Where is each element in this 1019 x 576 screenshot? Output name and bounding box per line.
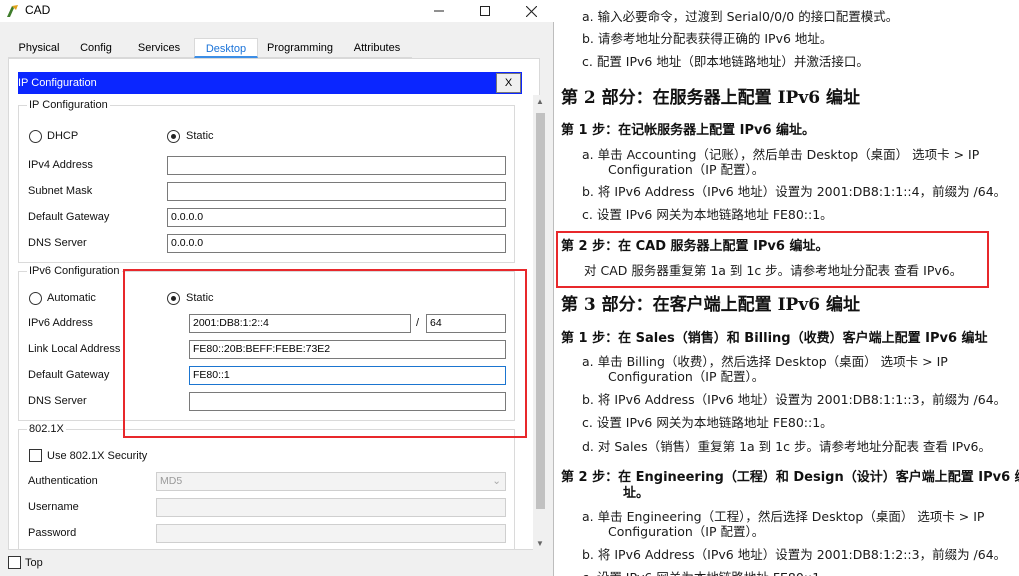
subnet-mask-input[interactable] bbox=[167, 182, 506, 201]
doc-line: b. 请参考地址分配表获得正确的 IPv6 地址。 bbox=[582, 31, 833, 46]
tab-desktop[interactable]: Desktop bbox=[194, 38, 258, 58]
close-button[interactable] bbox=[508, 0, 554, 22]
doc-line: 址。 bbox=[623, 486, 650, 501]
ipv6-legend: IPv6 Configuration bbox=[27, 265, 122, 277]
scroll-down-icon[interactable]: ▼ bbox=[536, 539, 544, 548]
ipv4-dns-input[interactable]: 0.0.0.0 bbox=[167, 234, 506, 253]
username-label: Username bbox=[28, 501, 79, 513]
doc-line: 第 2 部分：在服务器上配置 IPv6 编址 bbox=[561, 88, 860, 108]
minimize-icon bbox=[434, 10, 444, 12]
use-8021x-checkbox[interactable] bbox=[29, 449, 42, 462]
password-label: Password bbox=[28, 527, 77, 539]
subnet-mask-label: Subnet Mask bbox=[28, 185, 93, 197]
chevron-down-icon: ⌄ bbox=[492, 475, 501, 487]
password-input[interactable] bbox=[156, 524, 506, 543]
ipv4-gateway-label: Default Gateway bbox=[28, 211, 110, 223]
ip-config-header: IP Configuration X bbox=[18, 72, 522, 94]
doc-line: 第 1 步：在 Sales（销售）和 Billing（收费）客户端上配置 IPv… bbox=[561, 331, 988, 346]
dot1x-group: 802.1X Use 802.1X Security Authenticatio… bbox=[18, 423, 515, 550]
link-local-label: Link Local Address bbox=[28, 343, 121, 355]
authentication-value: MD5 bbox=[160, 475, 183, 487]
use-8021x-label: Use 802.1X Security bbox=[47, 450, 148, 462]
doc-line: 对 CAD 服务器重复第 1a 到 1c 步。请参考地址分配表 查看 IPv6。 bbox=[584, 263, 963, 278]
dhcp-radio[interactable] bbox=[29, 130, 42, 143]
doc-line: 第 1 步：在记帐服务器上配置 IPv6 编址。 bbox=[561, 123, 816, 138]
ip-config-close-button[interactable]: X bbox=[496, 73, 521, 93]
doc-line: Configuration（IP 配置）。 bbox=[608, 162, 765, 177]
doc-line: d. 对 Sales（销售）重复第 1a 到 1c 步。请参考地址分配表 查看 … bbox=[582, 439, 991, 454]
tab-services[interactable]: Services bbox=[126, 38, 192, 58]
ipv4-address-label: IPv4 Address bbox=[28, 159, 93, 171]
authentication-select[interactable]: MD5 ⌄ bbox=[156, 472, 506, 491]
maximize-button[interactable] bbox=[462, 0, 508, 22]
highlight-box bbox=[123, 269, 527, 438]
title-bar: CAD bbox=[0, 0, 554, 22]
ipv6-dns-label: DNS Server bbox=[28, 395, 87, 407]
ipv6-gateway-label: Default Gateway bbox=[28, 369, 110, 381]
ipv4-static-radio[interactable] bbox=[167, 130, 180, 143]
doc-line: 第 3 部分：在客户端上配置 IPv6 编址 bbox=[561, 295, 860, 315]
instruction-document: a. 输入必要命令，过渡到 Serial0/0/0 的接口配置模式。 b. 请参考… bbox=[555, 0, 1019, 576]
ipv4-gateway-input[interactable]: 0.0.0.0 bbox=[167, 208, 506, 227]
doc-line: c. 设置 IPv6 网关为本地链路地址 FE80::1。 bbox=[582, 207, 833, 222]
doc-line: c. 配置 IPv6 地址（即本地链路地址）并激活接口。 bbox=[582, 54, 869, 69]
dot1x-legend: 802.1X bbox=[27, 423, 66, 435]
minimize-button[interactable] bbox=[416, 0, 462, 22]
vertical-scrollbar[interactable]: ▲ ▼ bbox=[533, 95, 548, 550]
ipv4-legend: IP Configuration bbox=[27, 99, 110, 111]
authentication-label: Authentication bbox=[28, 475, 98, 487]
tab-programming[interactable]: Programming bbox=[262, 38, 338, 58]
maximize-icon bbox=[480, 6, 490, 16]
window-title: CAD bbox=[25, 3, 51, 17]
doc-line: c. 设置 IPv6 网关为本地链路地址 FE80::1。 bbox=[582, 415, 833, 430]
close-icon bbox=[525, 5, 537, 17]
ipv4-address-input[interactable] bbox=[167, 156, 506, 175]
scroll-up-icon[interactable]: ▲ bbox=[536, 97, 544, 106]
tab-bar: Physical Config Services Desktop Program… bbox=[8, 38, 412, 58]
automatic-radio[interactable] bbox=[29, 292, 42, 305]
doc-line: 第 2 步：在 CAD 服务器上配置 IPv6 编址。 bbox=[561, 239, 829, 254]
tab-attributes[interactable]: Attributes bbox=[344, 38, 410, 58]
tab-physical[interactable]: Physical bbox=[10, 38, 68, 58]
ipv4-dns-label: DNS Server bbox=[28, 237, 87, 249]
username-input[interactable] bbox=[156, 498, 506, 517]
ipv4-static-label: Static bbox=[186, 130, 214, 142]
doc-line: b. 将 IPv6 Address（IPv6 地址）设置为 2001:DB8:1… bbox=[582, 184, 1007, 199]
doc-line: b. 将 IPv6 Address（IPv6 地址）设置为 2001:DB8:1… bbox=[582, 392, 1007, 407]
top-label: Top bbox=[25, 557, 43, 569]
app-icon bbox=[7, 5, 18, 17]
doc-line: c. 设置 IPv6 网关为本地链路地址 FE80::1。 bbox=[582, 567, 833, 576]
ip-config-title: IP Configuration bbox=[18, 77, 97, 89]
ipv4-group: IP Configuration DHCP Static IPv4 Addres… bbox=[18, 99, 515, 263]
top-checkbox[interactable] bbox=[8, 556, 21, 569]
cad-window: CAD Physical Config Services Desktop Pro… bbox=[0, 0, 554, 576]
tab-config[interactable]: Config bbox=[70, 38, 122, 58]
automatic-label: Automatic bbox=[47, 292, 96, 304]
scroll-thumb[interactable] bbox=[536, 113, 545, 509]
dhcp-label: DHCP bbox=[47, 130, 79, 142]
desktop-panel: IP Configuration X ▲ ▼ IP Configuration … bbox=[8, 58, 548, 550]
doc-line: Configuration（IP 配置）。 bbox=[608, 524, 765, 539]
doc-line: a. 输入必要命令，过渡到 Serial0/0/0 的接口配置模式。 bbox=[582, 9, 899, 24]
ipv6-address-label: IPv6 Address bbox=[28, 317, 93, 329]
doc-line: Configuration（IP 配置）。 bbox=[608, 369, 765, 384]
doc-line: b. 将 IPv6 Address（IPv6 地址）设置为 2001:DB8:1… bbox=[582, 547, 1007, 562]
